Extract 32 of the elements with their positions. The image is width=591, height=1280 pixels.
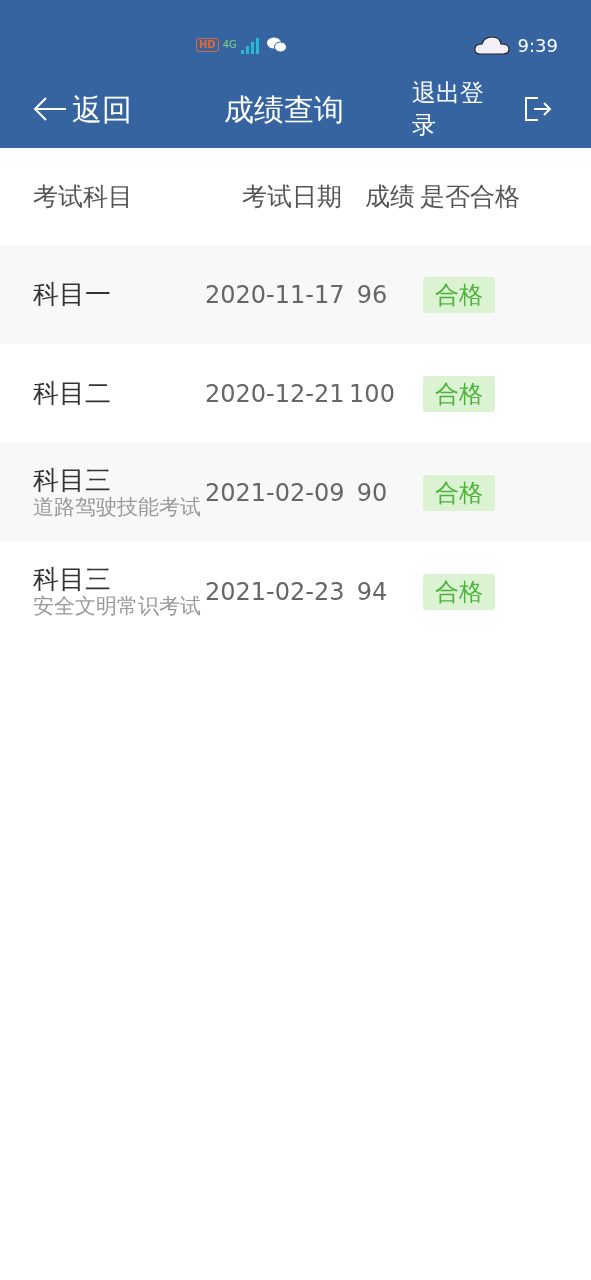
column-header: 考试科目 [32, 180, 134, 213]
status-time: 9:39 [517, 33, 558, 58]
column-header: 成绩 [364, 180, 416, 213]
result-tag: 合格 [423, 276, 495, 313]
subject-detail: 安全文明常识考试 [33, 593, 202, 618]
score-text: 96 [356, 280, 388, 309]
subject-text: 科目三 [33, 466, 112, 495]
subject-detail: 道路驾驶技能考试 [33, 494, 202, 519]
date-text: 2021-02-23 [205, 577, 345, 606]
logout-icon[interactable] [524, 96, 552, 122]
date-text: 2021-02-09 [205, 478, 345, 507]
cloud-icon [473, 34, 510, 56]
logout-button[interactable]: 退出登录 [412, 76, 496, 142]
subject-text: 科目一 [33, 280, 112, 309]
network-indicator: HD [196, 38, 219, 52]
back-arrow-icon [32, 96, 68, 122]
result-tag: 合格 [423, 573, 495, 610]
subject-text: 科目二 [33, 379, 112, 408]
network-indicator: 4G [222, 40, 237, 50]
score-text: 90 [356, 478, 388, 507]
chat-icon [266, 37, 287, 53]
date-text: 2020-12-21 [205, 379, 345, 408]
page-title: 成绩查询 [224, 90, 344, 129]
column-header: 是否合格 [420, 180, 521, 213]
score-text: 94 [356, 577, 388, 606]
back-button[interactable]: 返回 [32, 86, 132, 132]
score-text: 100 [349, 379, 395, 408]
column-header: 考试日期 [241, 180, 343, 213]
result-tag: 合格 [423, 474, 495, 511]
subject-text: 科目三 [33, 565, 112, 594]
result-tag: 合格 [423, 375, 495, 412]
date-text: 2020-11-17 [205, 280, 345, 309]
